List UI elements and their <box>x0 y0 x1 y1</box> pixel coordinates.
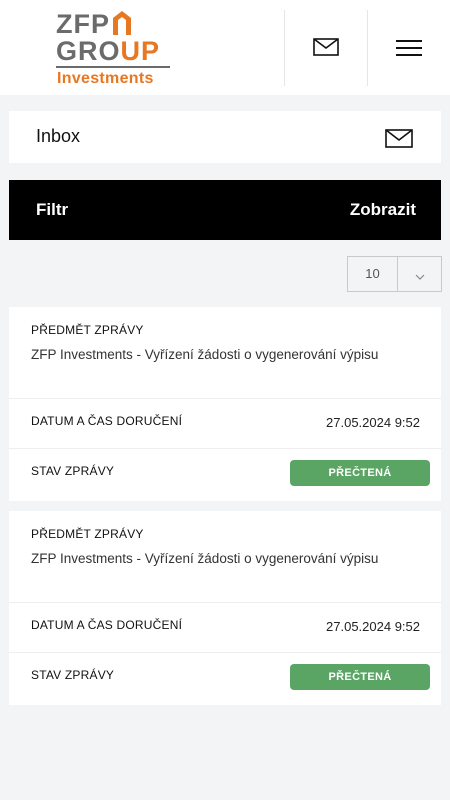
header-divider <box>284 10 285 86</box>
page-size-select[interactable]: 10 <box>347 256 442 292</box>
message-card[interactable]: PŘEDMĚT ZPRÁVY ZFP Investments - Vyřízen… <box>9 307 441 501</box>
delivery-date: 27.05.2024 9:52 <box>326 619 420 634</box>
filter-toggle[interactable]: Filtr <box>36 200 68 220</box>
message-subject[interactable]: ZFP Investments - Vyřízení žádosti o vyg… <box>31 345 411 365</box>
zfp-group-logo[interactable]: ZFP GROUP Investments <box>56 10 176 88</box>
subject-label: PŘEDMĚT ZPRÁVY <box>31 527 144 541</box>
page-size-value: 10 <box>365 266 380 281</box>
message-subject[interactable]: ZFP Investments - Vyřízení žádosti o vyg… <box>31 549 411 569</box>
logo-rule <box>56 66 170 68</box>
row-divider <box>9 652 441 653</box>
status-label: STAV ZPRÁVY <box>31 668 115 682</box>
date-label: DATUM A ČAS DORUČENÍ <box>31 414 183 428</box>
logo-arrow-icon <box>111 11 133 35</box>
row-divider <box>9 398 441 399</box>
status-badge: PŘEČTENÁ <box>290 664 430 690</box>
status-label: STAV ZPRÁVY <box>31 464 115 478</box>
logo-line-2: GROUP <box>56 36 161 66</box>
app-header: ZFP GROUP Investments <box>0 0 450 95</box>
select-divider <box>397 257 398 291</box>
chevron-down-icon <box>414 269 426 280</box>
hamburger-menu-icon[interactable] <box>396 38 422 58</box>
date-label: DATUM A ČAS DORUČENÍ <box>31 618 183 632</box>
show-button[interactable]: Zobrazit <box>350 200 416 220</box>
subject-label: PŘEDMĚT ZPRÁVY <box>31 323 144 337</box>
inbox-bar: Inbox <box>9 111 441 163</box>
mail-icon[interactable] <box>385 129 413 148</box>
mail-icon[interactable] <box>313 38 339 56</box>
delivery-date: 27.05.2024 9:52 <box>326 415 420 430</box>
filter-bar: Filtr Zobrazit <box>9 180 441 240</box>
message-card[interactable]: PŘEDMĚT ZPRÁVY ZFP Investments - Vyřízen… <box>9 511 441 705</box>
logo-line-1: ZFP <box>56 10 133 38</box>
row-divider <box>9 448 441 449</box>
row-divider <box>9 602 441 603</box>
header-divider <box>367 10 368 86</box>
logo-line-3: Investments <box>57 70 154 87</box>
page-title: Inbox <box>36 126 81 146</box>
status-badge: PŘEČTENÁ <box>290 460 430 486</box>
